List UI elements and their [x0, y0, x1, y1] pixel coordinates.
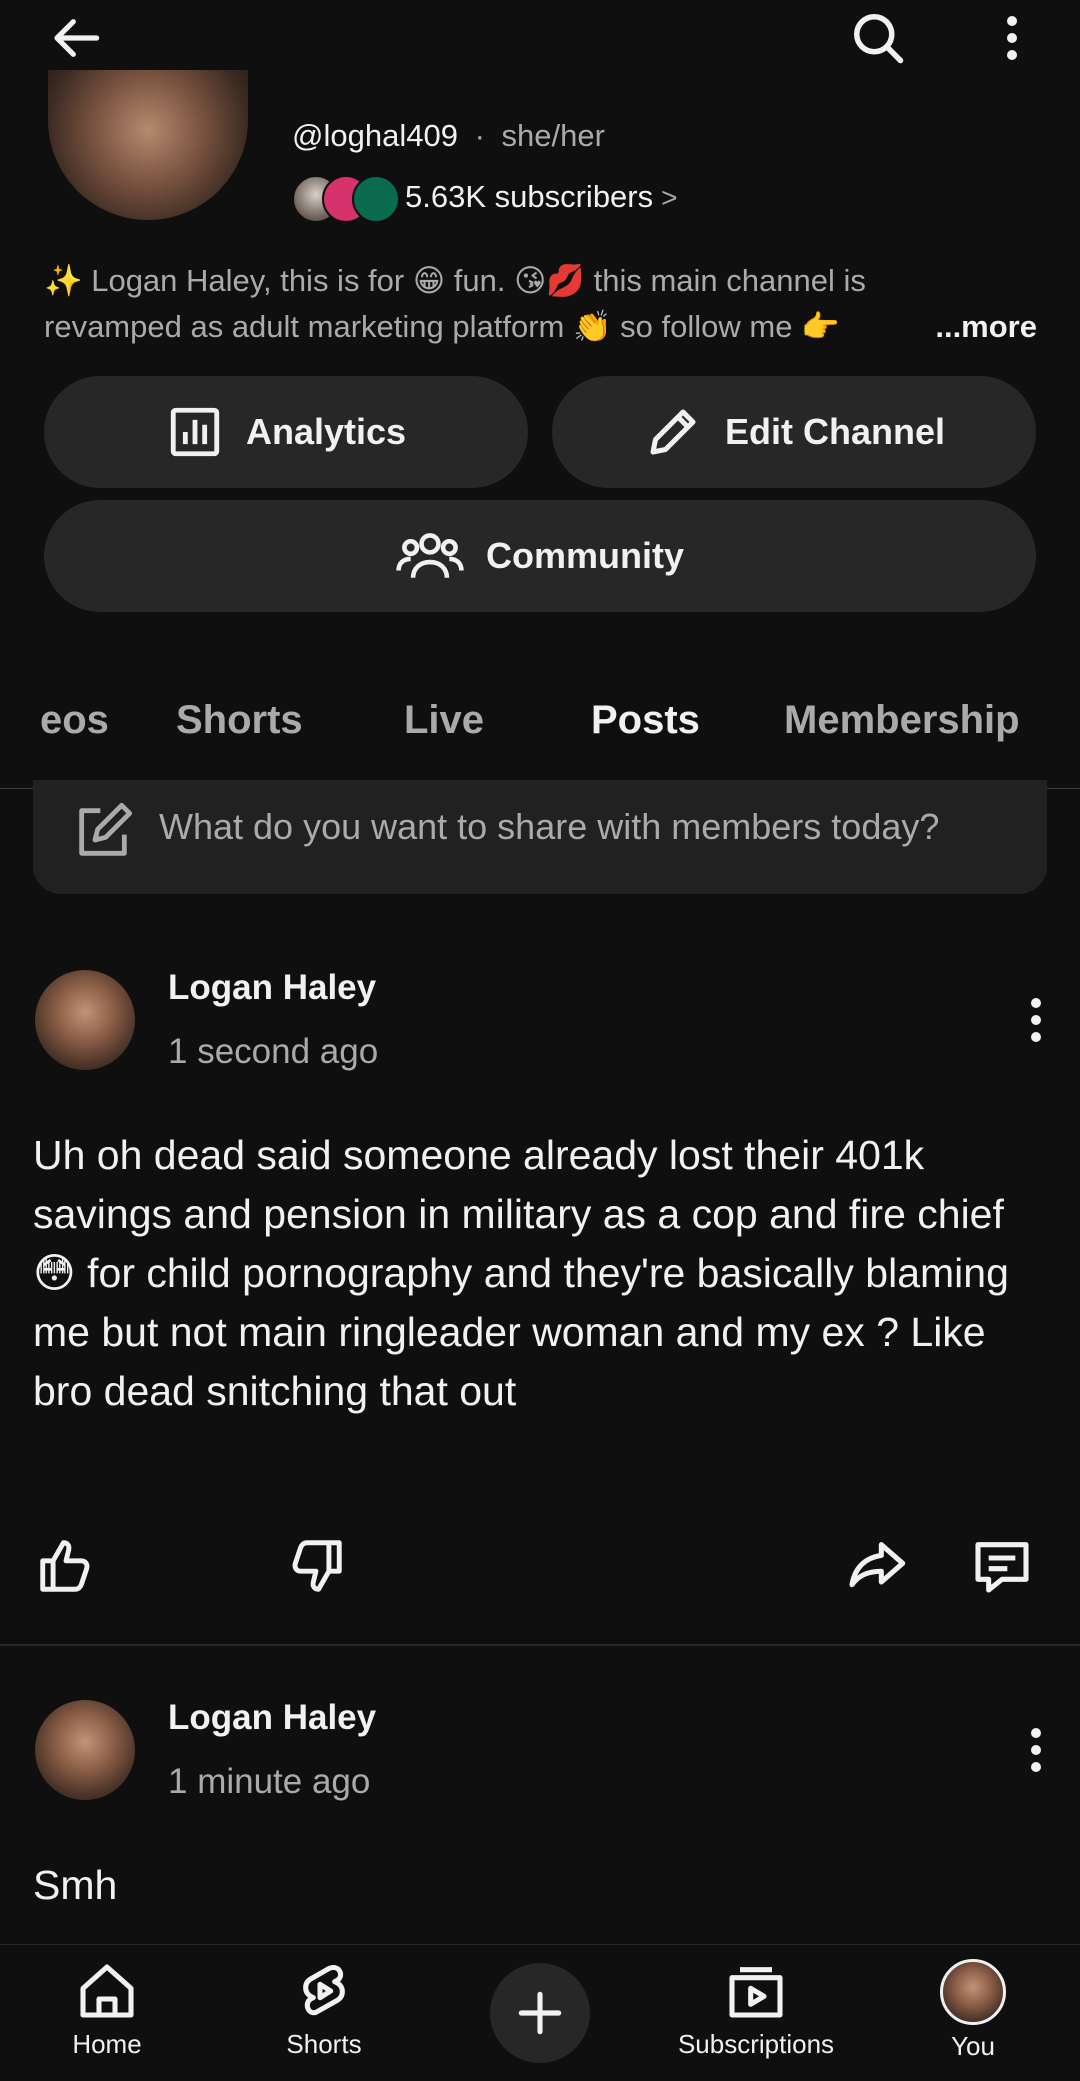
arrow-left-icon — [54, 19, 100, 57]
home-icon — [80, 1964, 134, 2018]
pronouns: she/her — [501, 118, 605, 153]
nav-home[interactable]: Home — [7, 1959, 207, 2060]
nav-subscriptions[interactable]: Subscriptions — [656, 1959, 856, 2060]
pencil-icon — [650, 409, 696, 455]
shorts-icon — [303, 1965, 345, 2016]
comment-icon — [975, 1542, 1029, 1593]
nav-you-label: You — [951, 2031, 995, 2061]
nav-you[interactable]: You — [873, 1959, 1073, 2062]
separator-dot: · — [474, 118, 485, 153]
subscriber-avatar — [352, 175, 400, 223]
tab-shorts[interactable]: Shorts — [176, 698, 303, 743]
compose-post-box[interactable]: What do you want to share with members t… — [33, 780, 1047, 894]
channel-handle: @loghal409 — [292, 118, 458, 153]
thumbs-up-icon — [40, 1540, 90, 1592]
nav-shorts[interactable]: Shorts — [224, 1959, 424, 2060]
kebab-icon — [1031, 1728, 1041, 1772]
post-body: Uh oh dead said someone already lost the… — [33, 1132, 1009, 1414]
post-author-name[interactable]: Logan Haley — [168, 1698, 376, 1738]
analytics-icon — [170, 407, 220, 457]
chevron-right-icon: > — [661, 182, 678, 213]
tab-live[interactable]: Live — [404, 698, 484, 743]
nav-shorts-label: Shorts — [286, 2029, 362, 2059]
edit-channel-label: Edit Channel — [724, 411, 945, 452]
like-button[interactable] — [30, 1530, 102, 1602]
post-menu-button[interactable] — [1016, 990, 1056, 1050]
post-author-avatar[interactable] — [35, 1700, 135, 1800]
channel-tabs: eos Shorts Live Posts Membership — [0, 680, 1080, 789]
post-author-name[interactable]: Logan Haley — [168, 968, 376, 1008]
thumbs-down-icon — [292, 1540, 342, 1592]
community-button[interactable]: Community — [44, 500, 1036, 612]
channel-description[interactable]: ✨ Logan Haley, this is for 😁 fun. 😘💋 thi… — [44, 258, 1039, 350]
subscribers-link[interactable]: 5.63K subscribers > — [292, 172, 677, 223]
nav-subscriptions-label: Subscriptions — [677, 2029, 835, 2059]
tab-membership[interactable]: Membership — [784, 698, 1020, 743]
description-line-2: revamped as adult marketing platform 👏 s… — [44, 309, 840, 344]
share-button[interactable] — [840, 1530, 912, 1602]
analytics-button[interactable]: Analytics — [44, 376, 528, 488]
post-author-avatar[interactable] — [35, 970, 135, 1070]
community-icon — [396, 533, 464, 578]
compose-placeholder: What do you want to share with members t… — [159, 806, 940, 847]
search-button[interactable] — [842, 4, 914, 72]
edit-channel-button[interactable]: Edit Channel — [552, 376, 1036, 488]
more-link[interactable]: ...more — [925, 304, 1037, 350]
comment-button[interactable] — [964, 1530, 1040, 1602]
subscriber-avatars — [292, 173, 400, 223]
share-icon — [849, 1542, 906, 1588]
tab-posts[interactable]: Posts — [591, 698, 700, 743]
post-menu-button[interactable] — [1016, 1720, 1056, 1780]
kebab-icon — [1007, 16, 1017, 60]
post-divider — [0, 1644, 1080, 1646]
subscriber-count: 5.63K subscribers > — [405, 179, 677, 215]
tab-videos[interactable]: eos — [40, 698, 109, 743]
search-icon — [854, 14, 904, 64]
description-line-1: ✨ Logan Haley, this is for 😁 fun. 😘💋 thi… — [44, 263, 866, 298]
you-avatar — [940, 1959, 1006, 2025]
channel-avatar[interactable] — [48, 70, 248, 220]
more-options-button[interactable] — [990, 6, 1034, 70]
post-timestamp: 1 minute ago — [168, 1762, 371, 1801]
post-timestamp: 1 second ago — [168, 1032, 379, 1071]
subscriber-count-label: 5.63K subscribers — [405, 179, 654, 214]
post-body: Smh — [33, 1862, 118, 1908]
bottom-navigation: Home Shorts Subscriptions You — [0, 1944, 1080, 2081]
plus-icon — [518, 1991, 562, 2035]
community-label: Community — [486, 535, 684, 576]
create-button[interactable] — [490, 1963, 590, 2063]
dislike-button[interactable] — [280, 1530, 352, 1602]
analytics-label: Analytics — [245, 411, 407, 452]
channel-handle-row: @loghal409 · she/her — [292, 118, 605, 154]
kebab-icon — [1031, 998, 1041, 1042]
subscriptions-icon — [729, 1967, 783, 2018]
back-button[interactable] — [40, 6, 116, 70]
nav-home-label: Home — [72, 2029, 142, 2059]
compose-icon — [79, 802, 133, 856]
